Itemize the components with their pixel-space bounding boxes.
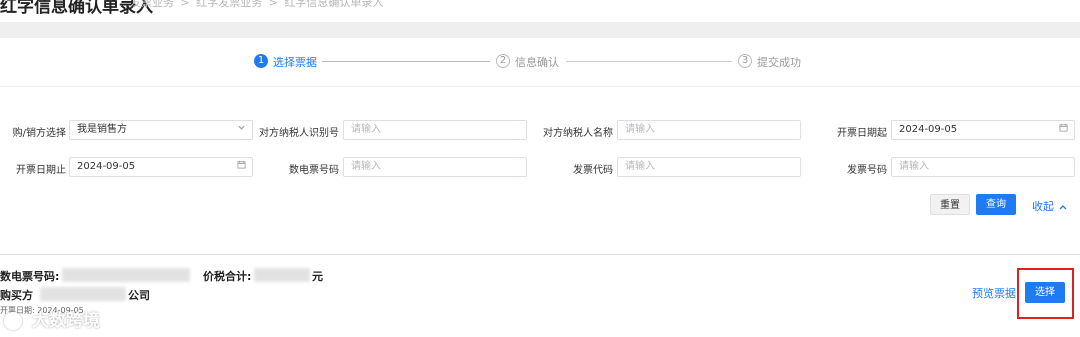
breadcrumb-item[interactable]: 发票业务 — [130, 0, 174, 9]
buyer-seller-label: 购/销方选择 — [12, 128, 66, 139]
chevron-down-icon — [237, 121, 246, 139]
select-button[interactable]: 选择 — [1025, 282, 1065, 303]
issue-date-end-label: 开票日期止 — [16, 165, 66, 176]
calendar-icon — [1059, 121, 1068, 139]
redacted-buyer-name — [40, 287, 126, 301]
watermark-text: 大数跨境 — [31, 311, 100, 331]
invoice-no-input[interactable]: 请输入 — [891, 157, 1075, 177]
counterparty-name-label: 对方纳税人名称 — [543, 128, 613, 139]
breadcrumb-sep: > — [268, 0, 278, 9]
total-currency-suffix: 元 — [312, 270, 323, 283]
issue-date-start-picker[interactable]: 2024-09-05 — [891, 120, 1075, 140]
buyer-label: 购买方 — [0, 289, 33, 302]
invoice-code-label: 发票代码 — [573, 165, 613, 176]
step-2-number: 2 — [496, 54, 510, 68]
total-amount-label: 价税合计: — [203, 270, 252, 283]
invoice-code-input[interactable]: 请输入 — [617, 157, 801, 177]
step-connector — [322, 61, 490, 62]
issue-date-end-picker[interactable]: 2024-09-05 — [69, 157, 253, 177]
collapse-link[interactable]: 收起 — [1032, 198, 1068, 214]
redacted-invoice-number — [62, 268, 190, 282]
invoice-no-label: 发票号码 — [847, 165, 887, 176]
e-invoice-no-label: 数电票号码 — [289, 165, 339, 176]
breadcrumb-item-current: 红字信息确认单录入 — [284, 0, 384, 9]
counterparty-tax-id-input[interactable]: 请输入 — [343, 120, 527, 140]
issue-date-end-value: 2024-09-05 — [77, 161, 136, 172]
breadcrumb: 发票业务 > 红字发票业务 > 红字信息确认单录入 — [130, 0, 386, 10]
redacted-total-amount — [254, 268, 310, 282]
buyer-company-suffix: 公司 — [128, 289, 150, 302]
step-3-number: 3 — [738, 54, 752, 68]
watermark-logo-icon — [4, 312, 22, 330]
step-connector — [566, 61, 732, 62]
query-button[interactable]: 查询 — [976, 194, 1016, 215]
counterparty-name-input[interactable]: 请输入 — [617, 120, 801, 140]
step-3-label: 提交成功 — [757, 56, 801, 69]
invoice-result-card — [0, 254, 1080, 337]
e-invoice-no-input[interactable]: 请输入 — [343, 157, 527, 177]
step-1-number: 1 — [254, 54, 268, 68]
issue-date-start-value: 2024-09-05 — [899, 124, 958, 135]
breadcrumb-item[interactable]: 红字发票业务 — [196, 0, 262, 9]
step-2-label: 信息确认 — [515, 56, 559, 69]
breadcrumb-sep: > — [180, 0, 190, 9]
counterparty-tax-id-label: 对方纳税人识别号 — [259, 128, 339, 139]
reset-button[interactable]: 重置 — [930, 194, 970, 215]
buyer-seller-value: 我是销售方 — [77, 124, 127, 135]
issue-date-start-label: 开票日期起 — [837, 128, 887, 139]
calendar-icon — [237, 158, 246, 176]
chevron-up-icon — [1058, 201, 1068, 214]
e-invoice-no-result-label: 数电票号码: — [0, 270, 60, 283]
header-divider-band — [0, 22, 1080, 38]
watermark: 大数跨境 — [4, 306, 100, 331]
preview-invoice-link[interactable]: 预览票据 — [972, 285, 1016, 301]
buyer-seller-select[interactable]: 我是销售方 — [69, 120, 253, 140]
collapse-label: 收起 — [1032, 200, 1054, 213]
step-1-label: 选择票据 — [273, 56, 317, 69]
